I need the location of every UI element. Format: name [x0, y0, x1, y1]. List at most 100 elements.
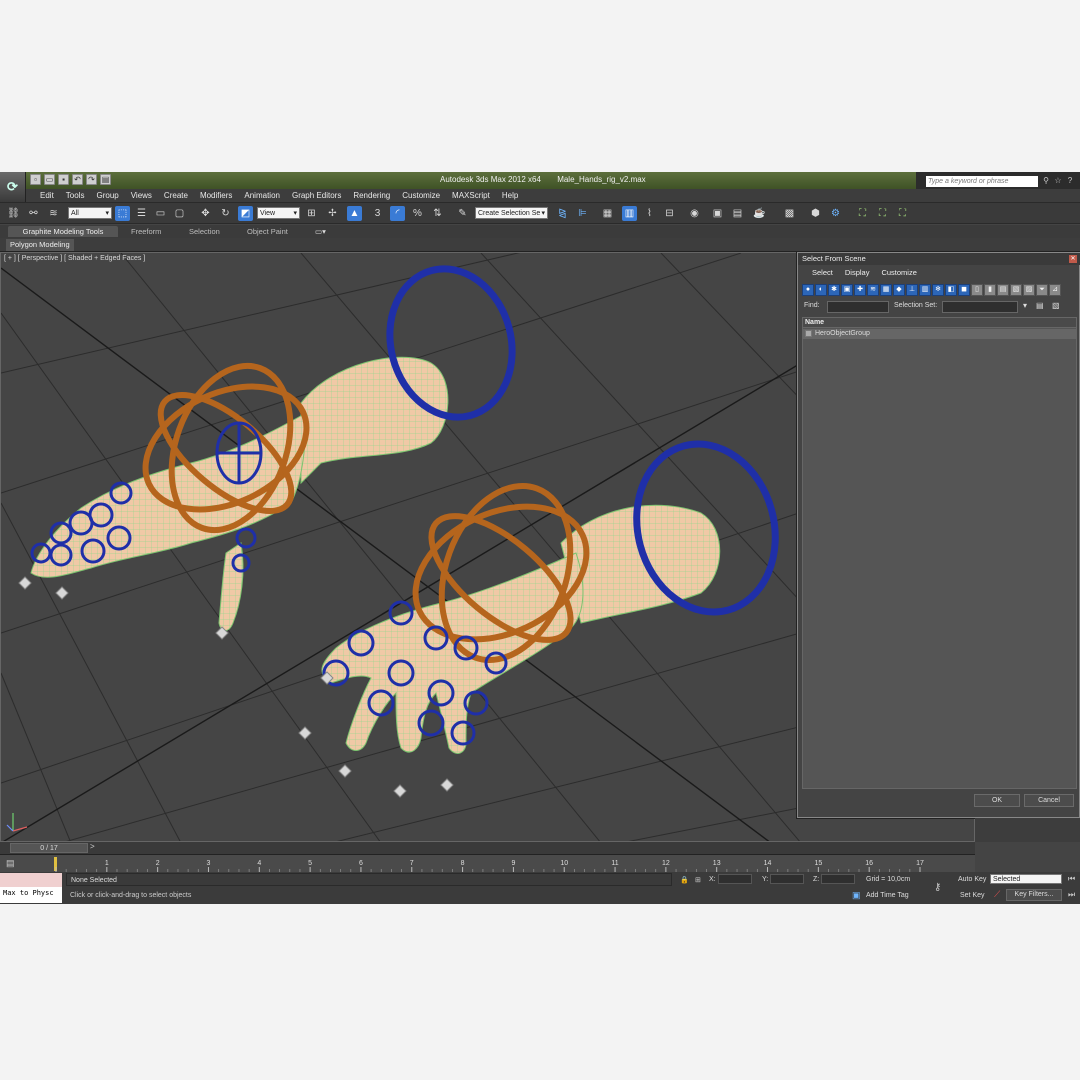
link-icon[interactable]: ⛓ [6, 206, 21, 221]
spinner-snap-icon[interactable]: ⇅ [430, 206, 445, 221]
menu-views[interactable]: Views [125, 189, 158, 202]
time-slider-thumb[interactable]: 0 / 17 [10, 843, 88, 853]
save-file-icon[interactable]: ▪ [58, 174, 69, 185]
time-slider[interactable]: 0 / 17 > [0, 842, 975, 854]
display-helpers-icon[interactable]: ✚ [854, 284, 866, 296]
move-icon[interactable]: ✥ [198, 206, 213, 221]
edit-named-selection-icon[interactable]: ✎ [455, 206, 470, 221]
select-none-icon[interactable]: ▧ [1010, 284, 1022, 296]
menu-tools[interactable]: Tools [60, 189, 91, 202]
select-all-icon[interactable]: ▤ [997, 284, 1009, 296]
material-editor-icon[interactable]: ◉ [687, 206, 702, 221]
tab-freeform[interactable]: Freeform [131, 226, 161, 237]
find-input[interactable] [827, 301, 889, 313]
percent-snap-icon[interactable]: % [410, 206, 425, 221]
key-icon[interactable]: ⚷ [934, 882, 941, 893]
next-frame-icon[interactable]: > [90, 842, 95, 851]
pivot-center-icon[interactable]: ⊞ [304, 206, 319, 221]
maxscript-macro-recorder[interactable] [0, 873, 62, 887]
menu-create[interactable]: Create [158, 189, 194, 202]
align-icon[interactable]: ⊫ [575, 206, 590, 221]
redo-icon[interactable]: ↷ [86, 174, 97, 185]
help-icon[interactable]: ? [1065, 176, 1075, 186]
application-button[interactable]: ⟳ [0, 172, 26, 202]
column-header-name[interactable]: Name [803, 318, 1076, 328]
tab-selection[interactable]: Selection [189, 226, 220, 237]
display-groups-icon[interactable]: ▦ [880, 284, 892, 296]
key-mode-dropdown[interactable]: Selected [990, 874, 1062, 884]
display-frozen-icon[interactable]: ❄ [932, 284, 944, 296]
key-filters-button[interactable]: Key Filters... [1006, 889, 1062, 901]
character-studio-icon[interactable]: ⛶ [875, 206, 890, 221]
lock-selection-icon[interactable]: 🔒 [680, 876, 689, 884]
named-selection-dropdown[interactable]: Create Selection Se [475, 207, 548, 220]
help-search-input[interactable]: Type a keyword or phrase [926, 176, 1038, 187]
select-object-icon[interactable]: ⬚ [115, 206, 130, 221]
display-cameras-icon[interactable]: ▣ [841, 284, 853, 296]
rectangle-selection-icon[interactable]: ▭ [153, 206, 168, 221]
add-time-tag[interactable]: Add Time Tag [866, 892, 909, 899]
display-all-icon[interactable]: ◼ [958, 284, 970, 296]
dialog-menu-select[interactable]: Select [806, 265, 839, 281]
menu-graph-editors[interactable]: Graph Editors [286, 189, 347, 202]
tab-graphite-modeling-tools[interactable]: Graphite Modeling Tools [8, 226, 118, 237]
display-space-warps-icon[interactable]: ≋ [867, 284, 879, 296]
unlink-icon[interactable]: ⚯ [26, 206, 41, 221]
z-coordinate-field[interactable] [821, 874, 855, 884]
curve-editor-icon[interactable]: ⌇ [642, 206, 657, 221]
display-hidden-icon[interactable]: ◧ [945, 284, 957, 296]
object-list[interactable]: Name HeroObjectGroup [802, 317, 1077, 789]
display-shapes-icon[interactable]: ◐ [815, 284, 827, 296]
reference-coordinate-dropdown[interactable]: View [257, 207, 300, 220]
tab-object-paint[interactable]: Object Paint [247, 226, 288, 237]
display-xrefs-icon[interactable]: ◆ [893, 284, 905, 296]
x-coordinate-field[interactable] [718, 874, 752, 884]
track-bar[interactable]: 1 2 3 4 5 6 7 8 9 10 11 12 13 14 15 16 17 ▤ [0, 854, 975, 872]
bind-space-warp-icon[interactable]: ≋ [46, 206, 61, 221]
list-item[interactable]: HeroObjectGroup [803, 329, 1076, 339]
select-invert-icon[interactable]: ▨ [1023, 284, 1035, 296]
selection-set-edit-icon[interactable]: ▤ [1036, 301, 1044, 310]
keyboard-shortcut-toggle-icon[interactable]: ▲ [347, 206, 362, 221]
menu-customize[interactable]: Customize [396, 189, 446, 202]
display-geometry-icon[interactable]: ● [802, 284, 814, 296]
dialog-menu-display[interactable]: Display [839, 265, 876, 281]
biped-icon[interactable]: ⛶ [855, 206, 870, 221]
render-setup-icon[interactable]: ▣ [710, 206, 725, 221]
cat-icon[interactable]: ⛶ [895, 206, 910, 221]
select-by-name-icon[interactable]: ☰ [134, 206, 149, 221]
scale-icon[interactable]: ◩ [238, 206, 253, 221]
extras-icon[interactable]: ⚙ [828, 206, 843, 221]
go-to-start-icon[interactable]: ⏮ [1068, 874, 1075, 884]
selection-filter-dropdown[interactable]: All [68, 207, 112, 220]
display-invert-icon[interactable]: ▮ [984, 284, 996, 296]
close-icon[interactable]: ✕ [1069, 255, 1077, 263]
display-containers-icon[interactable]: ▥ [919, 284, 931, 296]
new-file-icon[interactable]: ▫ [30, 174, 41, 185]
render-production-icon[interactable]: ☕ [752, 206, 767, 221]
project-folder-icon[interactable]: ▤ [100, 174, 111, 185]
display-none-icon[interactable]: ▯ [971, 284, 983, 296]
ribbon-options-icon[interactable]: ▭▾ [315, 226, 326, 237]
angle-snap-icon[interactable]: ◜ [390, 206, 405, 221]
snaps-toggle-icon[interactable]: 3 [370, 206, 385, 221]
menu-group[interactable]: Group [90, 189, 124, 202]
select-manipulate-icon[interactable]: ✢ [325, 206, 340, 221]
menu-animation[interactable]: Animation [238, 189, 286, 202]
menu-help[interactable]: Help [496, 189, 524, 202]
containers-icon[interactable]: ⬢ [808, 206, 823, 221]
time-tag-icon[interactable]: ▣ [852, 890, 861, 901]
maxscript-listener[interactable]: Max to Physc [0, 873, 62, 903]
rotate-icon[interactable]: ↻ [218, 206, 233, 221]
schematic-view-icon[interactable]: ⊟ [662, 206, 677, 221]
rendered-frame-window-icon[interactable]: ▤ [730, 206, 745, 221]
layer-manager-icon[interactable]: ▦ [600, 206, 615, 221]
default-tangent-icon[interactable]: ⟋ [994, 889, 1000, 900]
mini-curve-editor-icon[interactable]: ▤ [6, 858, 15, 869]
tab-polygon-modeling[interactable]: Polygon Modeling [6, 239, 74, 251]
absolute-mode-icon[interactable]: ⊞ [695, 876, 701, 884]
key-mode-toggle-icon[interactable]: ⏭ [1068, 890, 1075, 900]
filter-icon[interactable]: ⏷ [1036, 284, 1048, 296]
menu-modifiers[interactable]: Modifiers [194, 189, 238, 202]
display-lights-icon[interactable]: ✱ [828, 284, 840, 296]
